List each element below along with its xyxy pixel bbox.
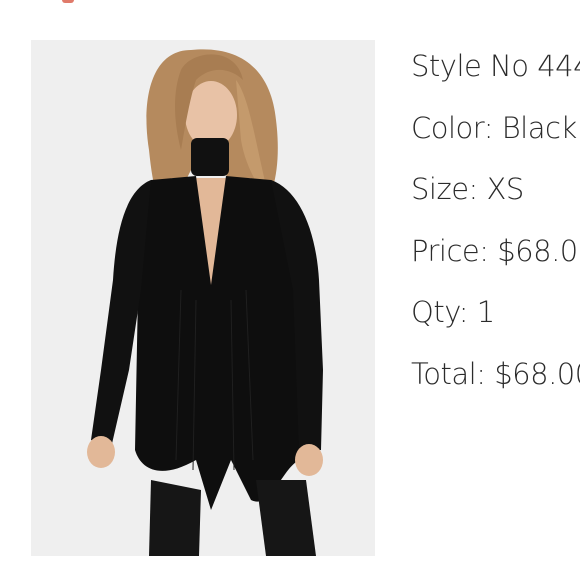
- left-hand: [87, 436, 115, 468]
- order-details: Style No 444 Color: Black Size: XS Price…: [411, 44, 580, 413]
- top-accent-mark: [62, 0, 74, 3]
- price-value: Price: $68.00: [411, 233, 580, 268]
- model-in-black-top-illustration: [31, 40, 375, 556]
- size-value: Size: XS: [411, 172, 524, 206]
- color-value: Color: Black: [411, 110, 577, 145]
- total-value: Total: $68.00: [411, 356, 580, 391]
- left-leg: [149, 480, 201, 556]
- right-leg: [256, 480, 316, 556]
- choker-collar: [191, 138, 229, 176]
- right-hand: [295, 444, 323, 476]
- quantity-value: Qty: 1: [411, 295, 495, 329]
- product-photo: [31, 40, 375, 556]
- style-number: Style No 444: [411, 49, 580, 83]
